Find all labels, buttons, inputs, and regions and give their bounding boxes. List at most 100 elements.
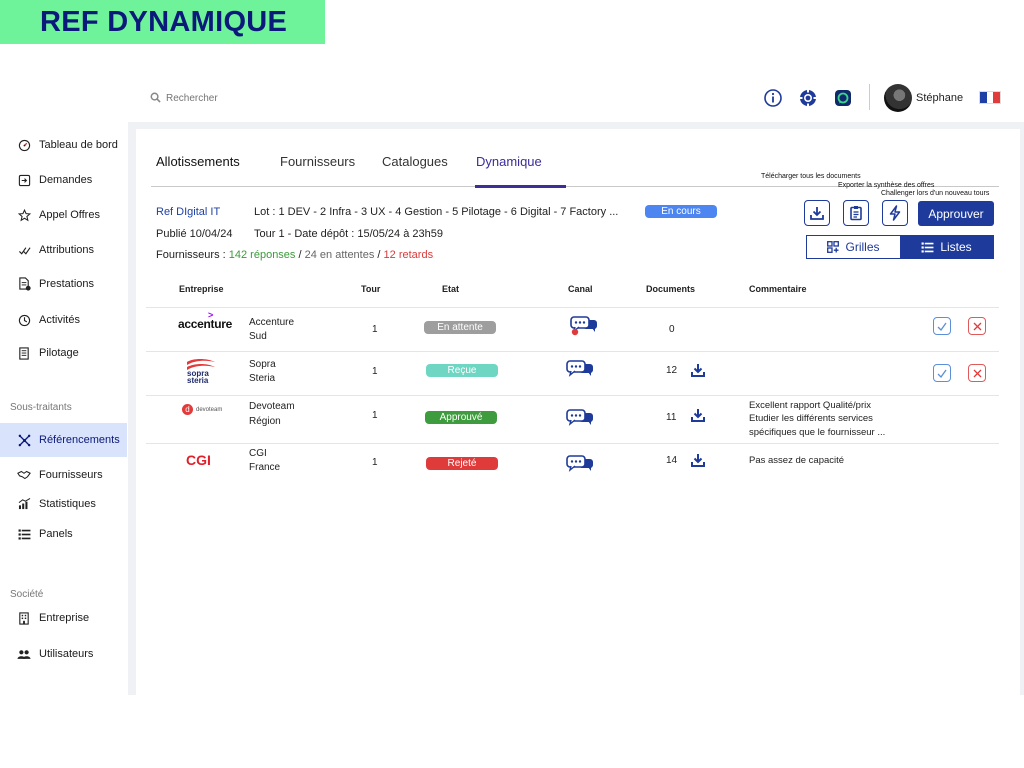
search-input[interactable] <box>166 88 366 108</box>
sopra-steria-logo: sopra steria <box>185 358 217 388</box>
tab-dynamic[interactable]: Dynamique <box>476 154 542 169</box>
state-badge: En attente <box>424 321 496 334</box>
content-frame-right <box>1020 122 1024 695</box>
column-header-state[interactable]: Etat <box>442 284 459 294</box>
tab-catalogs[interactable]: Catalogues <box>382 154 448 169</box>
sidebar-item-label: Demandes <box>39 174 93 186</box>
chat-channel-icon[interactable] <box>566 455 597 475</box>
sidebar-item-tenders[interactable]: Appel Offres <box>0 200 127 230</box>
column-header-channel[interactable]: Canal <box>568 284 593 294</box>
list-view-button[interactable]: Listes <box>900 236 993 258</box>
logo-text: accenture <box>178 317 232 331</box>
sidebar-item-label: Pilotage <box>39 347 79 359</box>
waiting-count: 24 en attentes <box>304 249 375 261</box>
responses-count: 142 réponses <box>228 249 296 261</box>
company-name: Accenture <box>249 317 295 328</box>
sidebar-item-company[interactable]: Entreprise <box>0 603 127 633</box>
clipboard-export-icon <box>850 206 862 221</box>
user-name[interactable]: Stéphane <box>916 92 963 104</box>
sidebar-item-panels[interactable]: Panels <box>0 519 127 549</box>
sidebar-item-dashboard[interactable]: Tableau de bord <box>0 130 127 160</box>
sidebar-item-users[interactable]: Utilisateurs <box>0 639 127 669</box>
close-icon <box>973 322 981 330</box>
support-lifebuoy-icon[interactable] <box>798 88 818 108</box>
tooltip-export: Exporter la synthèse des offres <box>838 182 935 189</box>
view-toggle: Grilles Listes <box>806 235 994 259</box>
approve-button[interactable]: Approuver <box>918 201 994 226</box>
separator: / <box>377 249 381 261</box>
comment-line: Etudier les différents services <box>749 413 873 424</box>
sidebar-item-label: Panels <box>39 528 73 540</box>
tab-suppliers[interactable]: Fournisseurs <box>280 154 355 169</box>
content-frame-top <box>128 122 1024 129</box>
accept-checkbox[interactable] <box>933 317 951 335</box>
network-icon <box>18 434 30 446</box>
chat-channel-icon[interactable] <box>566 409 597 429</box>
published-date: Publié 10/04/24 <box>156 228 233 240</box>
column-header-documents[interactable]: Documents <box>646 284 695 294</box>
tooltip-download-all: Télécharger tous les documents <box>761 173 861 180</box>
check-icon <box>937 369 947 378</box>
export-summary-button[interactable] <box>843 200 869 226</box>
sidebar-item-statistics[interactable]: Statistiques <box>0 489 127 519</box>
accenture-logo: accenture > <box>178 310 232 331</box>
search-icon <box>150 92 161 103</box>
challenge-button[interactable] <box>882 200 908 226</box>
sidebar-item-requests[interactable]: Demandes <box>0 165 127 195</box>
round-value: 1 <box>372 410 378 421</box>
download-all-button[interactable] <box>804 200 830 226</box>
chart-icon <box>18 498 30 510</box>
round-value: 1 <box>372 324 378 335</box>
dashboard-gauge-icon <box>18 139 30 151</box>
download-icon[interactable] <box>690 407 706 423</box>
info-icon[interactable] <box>763 88 783 108</box>
company-region: Sud <box>249 331 267 342</box>
inbox-icon <box>18 174 30 186</box>
list-icon <box>921 241 934 253</box>
sidebar-item-attributions[interactable]: Attributions <box>0 235 127 265</box>
suppliers-stats: Fournisseurs : 142 réponses / 24 en atte… <box>156 249 433 261</box>
sidebar-item-suppliers[interactable]: Fournisseurs <box>0 460 127 490</box>
company-region: Steria <box>249 373 276 384</box>
sidebar-item-referencing[interactable]: Référencements <box>0 423 127 457</box>
documents-count: 0 <box>669 324 675 335</box>
avatar[interactable] <box>884 84 912 112</box>
accept-checkbox[interactable] <box>933 364 951 382</box>
sidebar-item-label: Attributions <box>39 244 95 256</box>
france-flag-icon[interactable] <box>979 91 1001 104</box>
chat-channel-icon[interactable] <box>570 316 601 336</box>
sidebar-item-services[interactable]: Prestations <box>0 269 127 299</box>
active-tab-indicator <box>475 185 566 188</box>
report-icon <box>19 346 29 360</box>
sidebar-item-steering[interactable]: Pilotage <box>0 338 127 368</box>
sidebar-item-label: Prestations <box>39 278 95 290</box>
documents-count: 11 <box>666 412 677 423</box>
state-badge: Approuvé <box>425 411 497 424</box>
column-header-round[interactable]: Tour <box>361 284 380 294</box>
tooltip-challenge: Challenger lors d'un nouveau tours <box>881 190 990 197</box>
column-header-comment[interactable]: Commentaire <box>749 284 807 294</box>
tab-allotments[interactable]: Allotissements <box>156 154 240 169</box>
check-icon <box>937 322 947 331</box>
reject-checkbox[interactable] <box>968 317 986 335</box>
grid-view-button[interactable]: Grilles <box>807 236 900 258</box>
sidebar-item-activities[interactable]: Activités <box>0 305 127 335</box>
handshake-icon <box>17 470 31 480</box>
ref-name[interactable]: Ref DIgital IT <box>156 206 220 218</box>
grid-view-label: Grilles <box>845 240 880 254</box>
late-count: 12 retards <box>383 249 434 261</box>
reject-checkbox[interactable] <box>968 364 986 382</box>
chat-app-icon[interactable] <box>833 88 853 108</box>
banner-title: REF DYNAMIQUE <box>40 6 288 38</box>
round-value: 1 <box>372 366 378 377</box>
lots-summary: Lot : 1 DEV - 2 Infra - 3 UX - 4 Gestion… <box>254 206 619 218</box>
column-header-company[interactable]: Entreprise <box>179 284 224 294</box>
chat-channel-icon[interactable] <box>566 360 597 380</box>
sidebar-item-label: Tableau de bord <box>39 139 118 151</box>
download-icon[interactable] <box>690 452 706 468</box>
flag-stripe <box>986 92 994 103</box>
download-icon[interactable] <box>690 362 706 378</box>
sidebar-item-label: Activités <box>39 314 80 326</box>
lightning-icon <box>889 205 901 221</box>
status-badge: En cours <box>645 205 717 218</box>
